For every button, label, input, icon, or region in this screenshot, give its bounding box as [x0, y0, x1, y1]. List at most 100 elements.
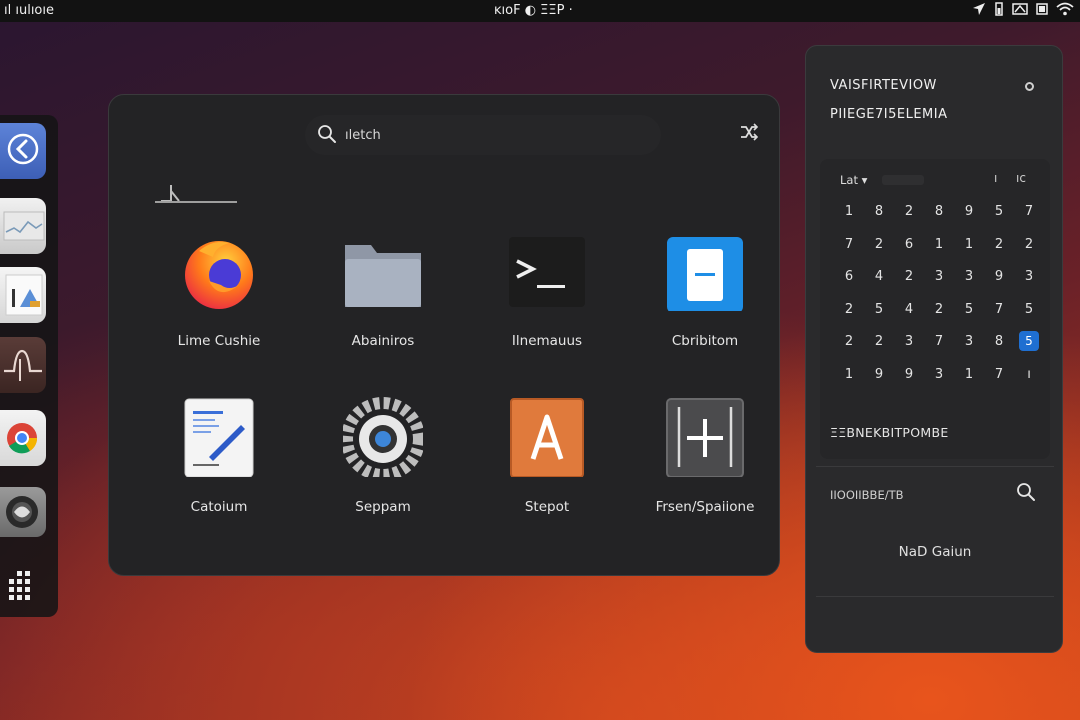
calendar-week-row: 2237385 [834, 326, 1044, 359]
page-indicator [153, 181, 239, 207]
app-label: Frsen/Spaiione [655, 499, 755, 515]
dock-tweaks[interactable] [0, 487, 46, 537]
font-icon [507, 397, 587, 478]
calendar-day[interactable]: 2 [864, 326, 894, 359]
system-tray[interactable] [972, 2, 1074, 16]
app-label: Abainiros [351, 333, 415, 349]
calendar-day[interactable]: 9 [954, 196, 984, 229]
calendar-day[interactable]: 1 [954, 229, 984, 262]
calendar-day[interactable]: 7 [984, 294, 1014, 327]
calendar-day-label: 5 [1019, 331, 1039, 351]
text-editor-icon [179, 397, 259, 478]
calendar-day[interactable]: 1 [924, 229, 954, 262]
calendar-day[interactable]: 7 [984, 359, 1014, 392]
calendar-day[interactable]: 7 [834, 229, 864, 262]
calendar-day[interactable]: 2 [1014, 229, 1044, 262]
calendar-day[interactable]: 1 [834, 196, 864, 229]
calendar-day[interactable]: 3 [954, 326, 984, 359]
calendar-day[interactable]: 3 [894, 326, 924, 359]
calendar-day[interactable]: 9 [894, 359, 924, 392]
calendar-day[interactable]: 4 [894, 294, 924, 327]
calendar-day[interactable]: 9 [864, 359, 894, 392]
search-icon[interactable] [1016, 482, 1036, 506]
calendar-day[interactable]: 2 [894, 261, 924, 294]
calendar-next-button[interactable]: ıc [1016, 171, 1026, 185]
dock-audio-app[interactable] [0, 337, 46, 393]
calendar-week-row: 2542575 [834, 294, 1044, 327]
app-firefox[interactable]: Lime Cushie [139, 231, 299, 361]
calendar-day[interactable]: 3 [954, 261, 984, 294]
app-fonts[interactable]: Stepot [467, 397, 627, 527]
calendar-grid: 1828957726112264233932542575223738519931… [834, 196, 1044, 391]
calendar-day[interactable]: 5 [864, 294, 894, 327]
audio-wave-icon [0, 349, 46, 393]
app-launcher: Lime Cushie Abainiros Ilnemauus Cbribito… [108, 94, 780, 576]
dock-chrome[interactable] [0, 410, 46, 466]
calendar-day[interactable]: 2 [864, 229, 894, 262]
calendar-day[interactable]: 6 [834, 261, 864, 294]
dock-office-app[interactable] [0, 267, 46, 323]
calendar-day[interactable]: 7 [1014, 196, 1044, 229]
calendar-day[interactable]: 1 [834, 359, 864, 392]
show-apps-button[interactable] [3, 567, 33, 605]
impress-icon [0, 274, 46, 323]
search-bar[interactable] [305, 115, 661, 155]
notes-icon [665, 231, 745, 313]
calendar-day[interactable]: 8 [924, 196, 954, 229]
search-input[interactable] [345, 124, 635, 146]
status-dot-icon[interactable] [1025, 82, 1034, 91]
calendar-day[interactable]: 2 [894, 196, 924, 229]
calendar-day[interactable]: 8 [864, 196, 894, 229]
app-settings[interactable]: Seppam [303, 397, 463, 527]
app-add[interactable]: Frsen/Spaiione [625, 397, 785, 527]
terminal-icon [507, 231, 587, 311]
calendar-day[interactable]: 6 [894, 229, 924, 262]
search-icon [317, 124, 337, 148]
calendar-day[interactable]: 9 [984, 261, 1014, 294]
app-text-editor[interactable]: Catoium [139, 397, 299, 527]
add-icon [665, 397, 745, 478]
calendar-day[interactable]: 3 [924, 359, 954, 392]
shuffle-icon[interactable] [739, 123, 759, 145]
calendar-month-field [882, 175, 924, 185]
folder-icon [343, 231, 423, 311]
notifications-title: IIOOIIBBE/TB [830, 488, 904, 502]
app-terminal[interactable]: Ilnemauus [467, 231, 627, 361]
calendar-day[interactable]: 8 [984, 326, 1014, 359]
calendar-events-label: ΞΞBNEKBITPOMBE [830, 425, 949, 440]
clock[interactable]: ĸıoF ◐ ΞΞP · [494, 3, 573, 18]
wifi-icon [1056, 2, 1074, 16]
app-files[interactable]: Abainiros [303, 231, 463, 361]
calendar-day[interactable]: 2 [834, 326, 864, 359]
calendar-month[interactable]: Lat ▾ [840, 173, 867, 187]
calendar-day[interactable]: 4 [864, 261, 894, 294]
calendar: Lat ▾ ı ıc 18289577261122642339325425752… [820, 159, 1050, 459]
notification-calendar-panel: VAISFIRTEVIOW PIIEGE7I5ELEMIA Lat ▾ ı ıc… [805, 45, 1063, 653]
location-icon [972, 2, 986, 16]
app-notes[interactable]: Cbribitom [625, 231, 785, 361]
tweaks-icon [0, 496, 46, 537]
calendar-day[interactable]: 1 [954, 359, 984, 392]
calendar-week-row: 199317ı [834, 359, 1044, 392]
activities-button[interactable]: ıl ıulıoıe [4, 3, 54, 18]
calendar-day[interactable]: 7 [924, 326, 954, 359]
dock-system-monitor[interactable] [0, 198, 46, 254]
dock-back-app[interactable] [0, 123, 46, 179]
dock [0, 115, 58, 617]
calendar-day[interactable]: 5 [954, 294, 984, 327]
app-label: Cbribitom [671, 333, 739, 349]
calendar-day[interactable]: 3 [924, 261, 954, 294]
calendar-day[interactable]: 5 [984, 196, 1014, 229]
calendar-day[interactable]: ı [1014, 359, 1044, 392]
top-bar: ıl ıulıoıe ĸıoF ◐ ΞΞP · [0, 0, 1080, 22]
calendar-day[interactable]: 2 [834, 294, 864, 327]
calendar-day[interactable]: 2 [924, 294, 954, 327]
calendar-day[interactable]: 2 [984, 229, 1014, 262]
calendar-prev-button[interactable]: ı [994, 171, 997, 185]
power-icon [1036, 2, 1048, 16]
calendar-day[interactable]: 5 [1014, 294, 1044, 327]
calendar-week-row: 6423393 [834, 261, 1044, 294]
calendar-day[interactable]: 3 [1014, 261, 1044, 294]
calendar-day-today[interactable]: 5 [1014, 326, 1044, 359]
back-arrow-icon [6, 132, 40, 170]
